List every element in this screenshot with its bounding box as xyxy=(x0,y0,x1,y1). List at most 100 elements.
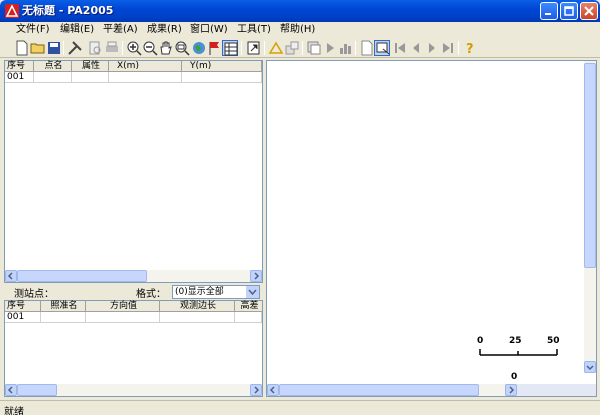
table-cell[interactable] xyxy=(41,312,86,323)
format-label: 格式： xyxy=(136,289,166,300)
menu-bar: 文件(F) 编辑(E) 平差(A) 成果(R) 窗口(W) 工具(T) 帮助(H… xyxy=(0,22,600,38)
zoom-window-icon[interactable] xyxy=(174,40,190,56)
graphics-hscrollbar[interactable] xyxy=(267,384,517,396)
last-icon[interactable] xyxy=(440,40,456,56)
svg-text:?: ? xyxy=(466,42,474,56)
network-icon[interactable] xyxy=(284,40,300,56)
scroll-right-icon[interactable] xyxy=(250,384,262,396)
menu-tools[interactable]: 工具(T) xyxy=(237,23,271,37)
points-table-pane: 序号 点名 属性 X(m) Y(m) 001 xyxy=(4,60,263,283)
first-icon[interactable] xyxy=(392,40,408,56)
scroll-left-icon[interactable] xyxy=(5,384,17,396)
page-icon[interactable] xyxy=(359,40,375,56)
table-cell[interactable] xyxy=(160,312,235,323)
col-header-y[interactable]: Y(m) xyxy=(182,61,262,72)
scroll-thumb[interactable] xyxy=(584,63,596,268)
export-icon[interactable] xyxy=(246,40,262,56)
menu-window[interactable]: 窗口(W) xyxy=(190,23,228,37)
zoom-out-icon[interactable] xyxy=(142,40,158,56)
table-cell[interactable] xyxy=(34,72,72,83)
globe-icon[interactable] xyxy=(191,40,207,56)
graphics-vscrollbar[interactable] xyxy=(584,61,596,373)
print-preview-icon[interactable] xyxy=(87,40,103,56)
toolbar-separator xyxy=(241,41,242,55)
menu-results[interactable]: 成果(R) xyxy=(147,23,182,37)
tools-icon[interactable] xyxy=(67,40,83,56)
observation-table-pane: 序号 照准名 方向值 观测边长 高差 001 xyxy=(4,300,263,397)
table-cell[interactable] xyxy=(235,312,262,323)
table-cell[interactable]: 001 xyxy=(5,72,34,83)
toolbar-separator xyxy=(63,41,64,55)
pan-hand-icon[interactable] xyxy=(158,40,174,56)
toolbar-separator xyxy=(264,41,265,55)
toolbar-separator xyxy=(355,41,356,55)
layers-icon[interactable] xyxy=(306,40,322,56)
table-cell[interactable] xyxy=(86,312,160,323)
minimize-button[interactable] xyxy=(540,2,558,20)
help-icon[interactable]: ? xyxy=(462,40,478,56)
chart-icon[interactable] xyxy=(338,40,354,56)
scroll-thumb[interactable] xyxy=(17,270,147,282)
open-folder-icon[interactable] xyxy=(30,40,46,56)
col-header-height-diff[interactable]: 高差 xyxy=(235,301,262,312)
toolbar: ? xyxy=(0,38,600,58)
scale-label-50: 50 xyxy=(547,336,560,346)
maximize-button[interactable] xyxy=(560,2,578,20)
select-icon[interactable] xyxy=(374,40,390,56)
col-header-point-name[interactable]: 点名 xyxy=(34,61,72,72)
scroll-thumb[interactable] xyxy=(279,384,479,396)
scale-line xyxy=(479,349,558,356)
col-header-distance[interactable]: 观测边长 xyxy=(160,301,235,312)
points-hscrollbar[interactable] xyxy=(5,270,262,282)
chevron-down-icon[interactable] xyxy=(246,286,259,298)
grid-table-icon[interactable] xyxy=(222,40,238,56)
window-title: 无标题 - PA2005 xyxy=(22,4,114,17)
station-label: 测站点： xyxy=(14,289,54,300)
status-text: 就绪 xyxy=(4,407,24,415)
new-file-icon[interactable] xyxy=(14,40,30,56)
app-logo-icon xyxy=(5,4,19,18)
col-header-x[interactable]: X(m) xyxy=(109,61,182,72)
scale-bar: 0 25 50 xyxy=(477,336,567,366)
scale-label-0: 0 xyxy=(477,336,484,346)
table-cell[interactable] xyxy=(72,72,109,83)
table-cell[interactable] xyxy=(182,72,262,83)
print-icon[interactable] xyxy=(104,40,120,56)
col-header-index[interactable]: 序号 xyxy=(5,301,41,312)
toolbar-separator xyxy=(458,41,459,55)
menu-help[interactable]: 帮助(H) xyxy=(280,23,315,37)
play-icon[interactable] xyxy=(322,40,338,56)
triangle-icon[interactable] xyxy=(268,40,284,56)
menu-adjust[interactable]: 平差(A) xyxy=(103,23,138,37)
next-icon[interactable] xyxy=(424,40,440,56)
scroll-left-icon[interactable] xyxy=(267,384,279,396)
format-select[interactable]: (0)显示全部 xyxy=(172,285,260,299)
col-header-index[interactable]: 序号 xyxy=(5,61,34,72)
origin-label: 0 xyxy=(511,372,518,382)
scroll-down-icon[interactable] xyxy=(584,361,596,373)
title-bar: 无标题 - PA2005 xyxy=(0,0,600,22)
col-header-attribute[interactable]: 属性 xyxy=(72,61,109,72)
table-cell[interactable]: 001 xyxy=(5,312,41,323)
graphics-view-pane[interactable]: 0 25 50 0 xyxy=(266,60,597,397)
prev-icon[interactable] xyxy=(408,40,424,56)
points-table-header: 序号 点名 属性 X(m) Y(m) xyxy=(5,61,262,72)
obs-hscrollbar[interactable] xyxy=(5,384,262,396)
status-bar: 就绪 xyxy=(0,400,600,415)
close-button[interactable] xyxy=(580,2,598,20)
table-cell[interactable] xyxy=(109,72,182,83)
scroll-left-icon[interactable] xyxy=(5,270,17,282)
menu-file[interactable]: 文件(F) xyxy=(16,23,50,37)
save-icon[interactable] xyxy=(46,40,62,56)
zoom-in-icon[interactable] xyxy=(126,40,142,56)
menu-edit[interactable]: 编辑(E) xyxy=(60,23,94,37)
scroll-right-icon[interactable] xyxy=(505,384,517,396)
scroll-thumb[interactable] xyxy=(17,384,57,396)
station-bar: 测站点： 格式： (0)显示全部 xyxy=(4,284,263,300)
scroll-right-icon[interactable] xyxy=(250,270,262,282)
corner-scroll-area xyxy=(517,384,596,396)
col-header-direction[interactable]: 方向值 xyxy=(86,301,160,312)
toolbar-separator xyxy=(122,41,123,55)
col-header-target-name[interactable]: 照准名 xyxy=(41,301,86,312)
flag-icon[interactable] xyxy=(207,40,223,56)
